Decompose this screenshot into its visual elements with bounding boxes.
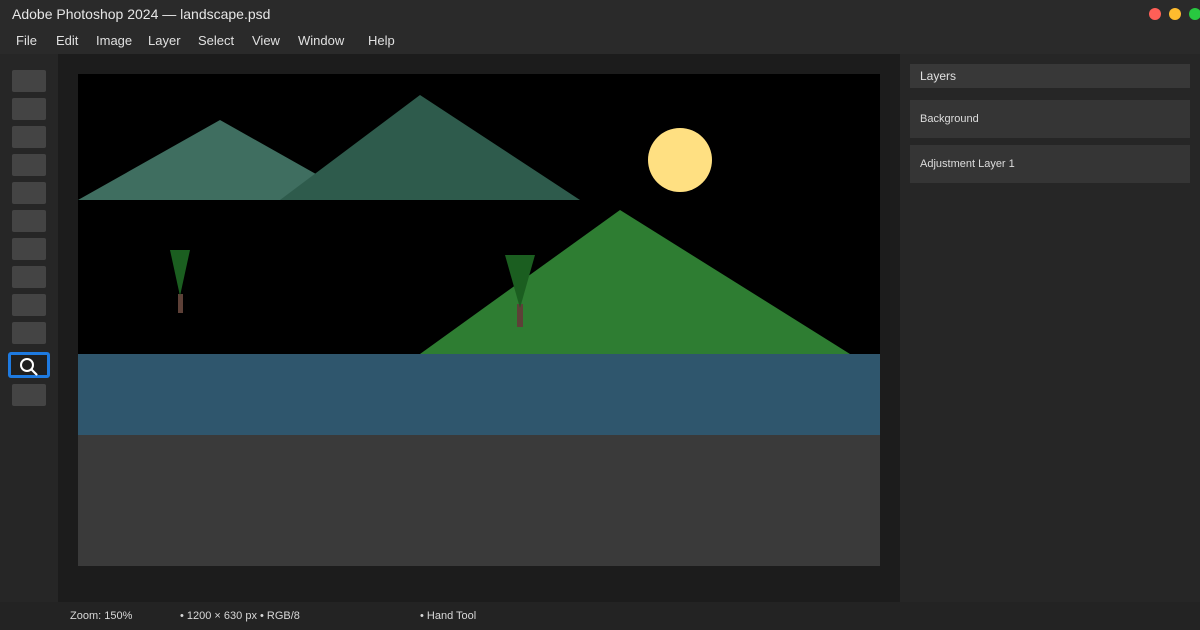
zoom-level: Zoom: 150%	[70, 610, 133, 622]
title-bar: Adobe Photoshop 2024 — landscape.psd	[0, 0, 1200, 28]
current-tool-label: • Hand Tool	[420, 610, 477, 622]
layer-row-adjustment-layer-1[interactable]: Adjustment Layer 1	[910, 145, 1190, 183]
menu-layer[interactable]: Layer	[148, 28, 181, 54]
tool-button-5[interactable]	[12, 182, 46, 204]
tool-button-10[interactable]	[12, 322, 46, 344]
document-info: • 1200 × 630 px • RGB/8	[180, 610, 300, 622]
window-title: Adobe Photoshop 2024 — landscape.psd	[12, 6, 271, 22]
tool-button-1[interactable]	[12, 70, 46, 92]
zoom-tool-button[interactable]	[8, 352, 50, 378]
tree-trunk-left	[178, 294, 183, 313]
tool-button-9[interactable]	[12, 294, 46, 316]
sun	[648, 128, 712, 192]
tool-button-3[interactable]	[12, 126, 46, 148]
tools-panel	[0, 54, 58, 602]
landscape-image	[78, 74, 880, 566]
menu-edit[interactable]: Edit	[56, 28, 78, 54]
tool-button-7[interactable]	[12, 238, 46, 260]
menu-view[interactable]: View	[252, 28, 280, 54]
minimize-window-button[interactable]	[1169, 8, 1181, 20]
tool-button-2[interactable]	[12, 98, 46, 120]
tool-button-4[interactable]	[12, 154, 46, 176]
tool-button-12[interactable]	[12, 384, 46, 406]
menu-image[interactable]: Image	[96, 28, 132, 54]
menu-window[interactable]: Window	[298, 28, 344, 54]
magnifier-icon	[20, 358, 38, 376]
menu-help[interactable]: Help	[368, 28, 395, 54]
layer-row-background[interactable]: Background	[910, 100, 1190, 138]
ground	[78, 435, 880, 566]
layers-panel-title: Layers	[910, 64, 1190, 88]
document-canvas[interactable]	[78, 74, 880, 566]
menu-bar: File Edit Image Layer Select View Window…	[0, 28, 1200, 54]
menu-select[interactable]: Select	[198, 28, 234, 54]
close-window-button[interactable]	[1149, 8, 1161, 20]
document-workspace	[58, 54, 900, 602]
tool-button-6[interactable]	[12, 210, 46, 232]
menu-file[interactable]: File	[16, 28, 37, 54]
layers-panel: Layers Background Adjustment Layer 1	[900, 54, 1200, 602]
maximize-window-button[interactable]	[1189, 8, 1200, 20]
water	[78, 354, 880, 435]
tool-button-8[interactable]	[12, 266, 46, 288]
status-bar: Zoom: 150% • 1200 × 630 px • RGB/8 • Han…	[0, 602, 1200, 630]
